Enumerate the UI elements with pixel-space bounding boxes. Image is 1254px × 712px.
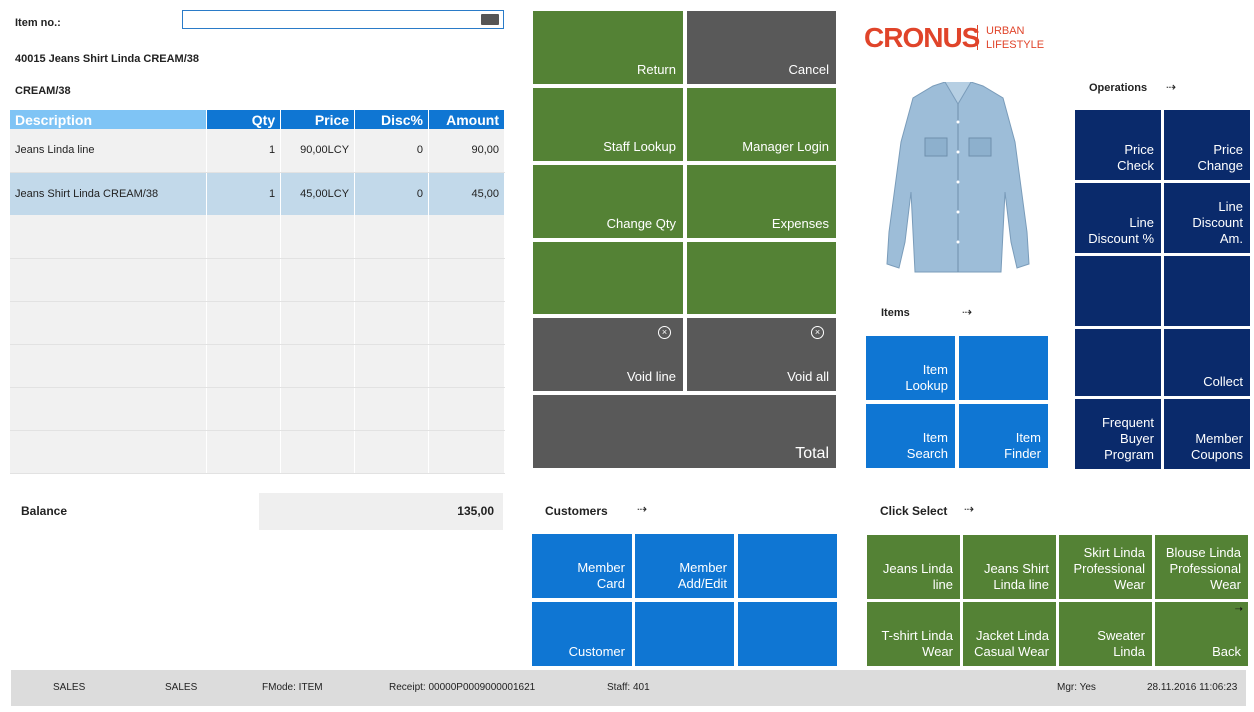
col-header-price[interactable]: Price <box>280 110 356 129</box>
frequent-buyer-button[interactable]: Frequent Buyer Program <box>1075 399 1161 469</box>
logo-tagline: URBAN LIFESTYLE <box>986 25 1045 51</box>
void-line-button[interactable]: × Void line <box>533 318 683 391</box>
operations-arrow-icon[interactable]: ⇢ <box>1166 80 1176 94</box>
items-arrow-icon[interactable]: ⇢ <box>962 305 972 319</box>
expenses-button[interactable]: Expenses <box>687 165 836 238</box>
logo-divider <box>977 25 978 50</box>
col-header-amount[interactable]: Amount <box>428 110 505 129</box>
table-row-empty[interactable] <box>10 301 505 345</box>
product-image <box>886 82 1030 273</box>
empty-operation-button[interactable] <box>1075 329 1161 396</box>
item-no-label: Item no.: <box>15 17 61 29</box>
cell-price: 90,00LCY <box>280 129 356 173</box>
keyboard-icon[interactable] <box>481 14 499 25</box>
empty-operation-button[interactable] <box>1075 256 1161 326</box>
col-header-disc[interactable]: Disc% <box>354 110 429 129</box>
manager-login-button[interactable]: Manager Login <box>687 88 836 161</box>
status-datetime: 28.11.2016 11:06:23 <box>1147 682 1238 693</box>
status-mode-2: SALES <box>165 682 198 693</box>
back-label: Back <box>1212 644 1241 659</box>
price-change-button[interactable]: Price Change <box>1164 110 1250 180</box>
empty-green-button[interactable] <box>687 242 836 314</box>
empty-green-button[interactable] <box>533 242 683 314</box>
cell-qty: 1 <box>206 172 282 215</box>
click-select-title: Click Select <box>880 504 948 518</box>
cell-amount: 90,00 <box>428 129 505 173</box>
staff-lookup-button[interactable]: Staff Lookup <box>533 88 683 161</box>
line-discount-amt-button[interactable]: Line Discount Am. <box>1164 183 1250 253</box>
items-title: Items <box>881 307 910 319</box>
cell-amount: 45,00 <box>428 172 505 215</box>
status-bar: SALES SALES FMode: ITEM Receipt: 00000P0… <box>11 670 1246 706</box>
status-staff: Staff: 401 <box>607 682 650 693</box>
total-button[interactable]: Total <box>533 395 836 468</box>
table-row-selected[interactable]: Jeans Shirt Linda CREAM/38 1 45,00LCY 0 … <box>10 172 505 215</box>
collect-button[interactable]: Collect <box>1164 329 1250 396</box>
void-all-label: Void all <box>787 369 829 384</box>
table-row[interactable]: Jeans Linda line 1 90,00LCY 0 90,00 <box>10 129 505 173</box>
item-lookup-button[interactable]: Item Lookup <box>866 336 955 400</box>
table-row-empty[interactable] <box>10 387 505 431</box>
item-finder-button[interactable]: Item Finder <box>959 404 1048 468</box>
cronus-logo: CRONUS <box>864 22 980 53</box>
item-description-line2: CREAM/38 <box>15 85 71 97</box>
click-select-skirt-linda[interactable]: Skirt Linda Professional Wear <box>1059 535 1152 599</box>
member-card-button[interactable]: Member Card <box>532 534 632 598</box>
customer-button[interactable]: Customer <box>532 602 632 666</box>
balance-value: 135,00 <box>259 493 503 530</box>
table-row-empty[interactable] <box>10 258 505 302</box>
cancel-button[interactable]: Cancel <box>687 11 836 84</box>
click-select-back-button[interactable]: ➝ Back <box>1155 602 1248 666</box>
member-add-edit-button[interactable]: Member Add/Edit <box>635 534 734 598</box>
member-coupons-button[interactable]: Member Coupons <box>1164 399 1250 469</box>
item-search-button[interactable]: Item Search <box>866 404 955 468</box>
cell-price: 45,00LCY <box>280 172 356 215</box>
void-all-button[interactable]: × Void all <box>687 318 836 391</box>
status-mode-1: SALES <box>53 682 86 693</box>
return-button[interactable]: Return <box>533 11 683 84</box>
click-select-jeans-linda-line[interactable]: Jeans Linda line <box>867 535 960 599</box>
empty-operation-button[interactable] <box>1164 256 1250 326</box>
balance-label: Balance <box>21 504 68 518</box>
empty-customer-button[interactable] <box>738 602 837 666</box>
operations-title: Operations <box>1089 82 1148 94</box>
item-no-input[interactable] <box>182 10 504 29</box>
back-arrow-icon: ➝ <box>1234 604 1243 615</box>
cell-disc: 0 <box>354 172 429 215</box>
sales-lines-table: Description Qty Price Disc% Amount Jeans… <box>10 110 505 474</box>
table-row-empty[interactable] <box>10 215 505 259</box>
click-select-tshirt-linda[interactable]: T-shirt Linda Wear <box>867 602 960 666</box>
item-description-line1: 40015 Jeans Shirt Linda CREAM/38 <box>15 53 200 65</box>
empty-customer-button[interactable] <box>635 602 734 666</box>
click-select-arrow-icon[interactable]: ⇢ <box>964 502 974 516</box>
table-row-empty[interactable] <box>10 344 505 388</box>
cell-qty: 1 <box>206 129 282 173</box>
close-circle-icon: × <box>811 326 824 339</box>
status-receipt: Receipt: 00000P0009000001621 <box>389 682 536 693</box>
empty-item-button[interactable] <box>959 336 1048 400</box>
status-manager: Mgr: Yes <box>1057 682 1096 693</box>
price-check-button[interactable]: Price Check <box>1075 110 1161 180</box>
close-circle-icon: × <box>658 326 671 339</box>
customers-title: Customers <box>545 504 608 518</box>
change-qty-button[interactable]: Change Qty <box>533 165 683 238</box>
click-select-sweater-linda[interactable]: Sweater Linda <box>1059 602 1152 666</box>
empty-customer-button[interactable] <box>738 534 837 598</box>
customers-arrow-icon[interactable]: ⇢ <box>637 502 647 516</box>
table-row-empty[interactable] <box>10 430 505 474</box>
cell-description: Jeans Linda line <box>10 129 208 173</box>
void-line-label: Void line <box>626 369 676 384</box>
click-select-jeans-shirt-linda-line[interactable]: Jeans Shirt Linda line <box>963 535 1056 599</box>
line-discount-pct-button[interactable]: Line Discount % <box>1075 183 1161 253</box>
col-header-qty[interactable]: Qty <box>206 110 282 129</box>
status-fmode: FMode: ITEM <box>262 682 323 693</box>
click-select-blouse-linda[interactable]: Blouse Linda Professional Wear <box>1155 535 1248 599</box>
col-header-description[interactable]: Description <box>10 110 208 129</box>
click-select-jacket-linda[interactable]: Jacket Linda Casual Wear <box>963 602 1056 666</box>
cell-description: Jeans Shirt Linda CREAM/38 <box>10 172 208 215</box>
cell-disc: 0 <box>354 129 429 173</box>
